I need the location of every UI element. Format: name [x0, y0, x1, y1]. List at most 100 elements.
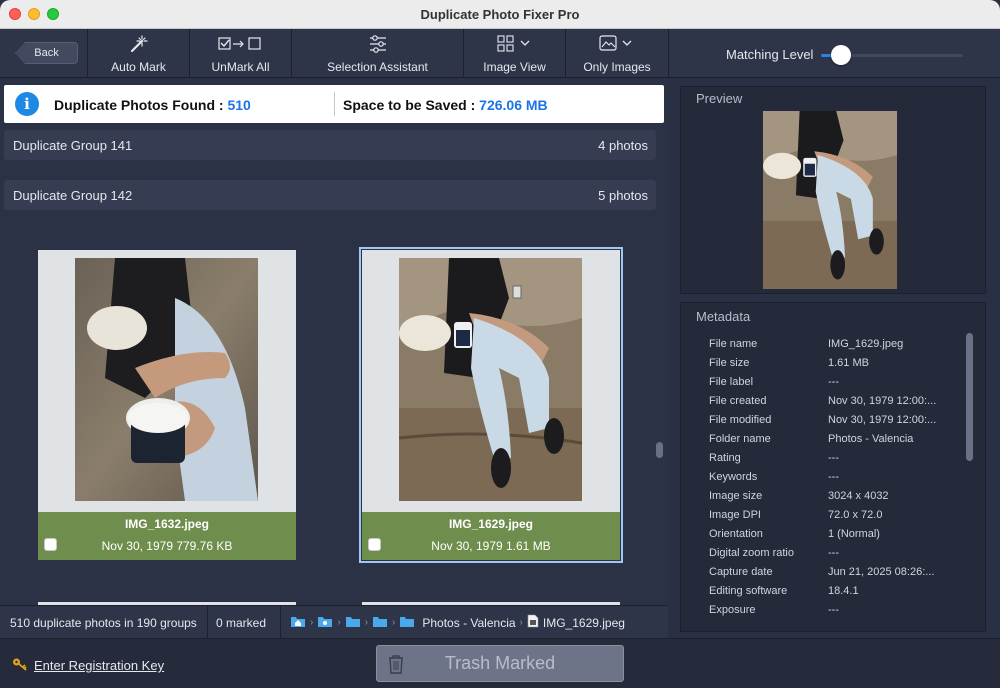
metadata-value: 1.61 MB — [828, 357, 869, 369]
metadata-value: IMG_1629.jpeg — [828, 338, 904, 350]
breadcrumb-separator: › — [519, 617, 523, 628]
breadcrumb-folder[interactable]: Photos - Valencia — [422, 616, 515, 630]
metadata-key: Image size — [709, 490, 763, 502]
metadata-value: --- — [828, 604, 839, 616]
duplicates-found-label: Duplicate Photos Found : — [54, 97, 224, 113]
selection-assistant-label: Selection Assistant — [327, 60, 428, 74]
metadata-key: File modified — [709, 414, 772, 426]
metadata-key: Exposure — [709, 604, 756, 616]
metadata-key: File created — [709, 395, 767, 407]
summary-bar: i Duplicate Photos Found : 510 Space to … — [4, 85, 664, 123]
breadcrumb-separator: › — [337, 617, 341, 628]
duplicates-found-value: 510 — [227, 97, 251, 113]
photo-thumbnail[interactable] — [399, 258, 582, 501]
selection-assistant-button[interactable]: Selection Assistant — [292, 29, 464, 78]
summary-divider — [334, 92, 335, 116]
trash-icon — [387, 654, 405, 679]
metadata-key: Editing software — [709, 585, 788, 597]
matching-level-label: Matching Level — [726, 47, 814, 62]
group-name: Duplicate Group 141 — [13, 138, 133, 153]
breadcrumb-separator: › — [392, 617, 396, 628]
preview-panel: Preview — [680, 86, 986, 294]
image-filter-icon — [599, 33, 635, 55]
metadata-value: 3024 x 4032 — [828, 490, 889, 502]
metadata-key: Folder name — [709, 433, 771, 445]
metadata-key: Keywords — [709, 471, 758, 483]
grid-view-icon — [496, 33, 533, 55]
breadcrumb-file[interactable]: IMG_1629.jpeg — [543, 616, 625, 630]
metadata-value: Jun 21, 2025 08:26:... — [828, 566, 935, 578]
breadcrumb-separator: › — [364, 617, 369, 628]
metadata-value: 72.0 x 72.0 — [828, 509, 883, 521]
metadata-title: Metadata — [696, 309, 751, 324]
photo-meta: Nov 30, 1979 1.61 MB — [431, 539, 551, 553]
slider-knob[interactable] — [831, 45, 851, 65]
list-scrollbar[interactable] — [656, 442, 663, 458]
metadata-scrollbar[interactable] — [966, 333, 973, 461]
metadata-key: Orientation — [709, 528, 763, 540]
photo-thumbnail[interactable] — [75, 258, 258, 501]
metadata-key: File name — [709, 338, 758, 350]
photo-meta: Nov 30, 1979 779.76 KB — [101, 539, 233, 553]
preview-title: Preview — [696, 91, 743, 106]
bottom-bar: Enter Registration Key Trash Marked — [0, 638, 1000, 688]
metadata-value: --- — [828, 547, 839, 559]
marked-count: 0 marked — [216, 616, 267, 630]
image-view-label: Image View — [483, 60, 546, 74]
back-button-area: Back — [0, 29, 88, 78]
metadata-key: Image DPI — [709, 509, 761, 521]
photo-filename: IMG_1629.jpeg — [448, 517, 534, 531]
metadata-key: File label — [709, 376, 754, 388]
folder-icon[interactable] — [317, 615, 333, 631]
folder-icon[interactable] — [399, 615, 415, 631]
only-images-button[interactable]: Only Images — [566, 29, 668, 78]
sliders-icon — [368, 33, 388, 55]
trash-marked-button[interactable]: Trash Marked — [376, 645, 624, 682]
metadata-value: --- — [828, 376, 839, 388]
registration-link-text[interactable]: Enter Registration Key — [34, 658, 164, 673]
metadata-value: Nov 30, 1979 12:00:... — [828, 414, 937, 426]
group-name: Duplicate Group 142 — [13, 188, 133, 203]
metadata-value: --- — [828, 471, 839, 483]
auto-mark-label: Auto Mark — [111, 60, 166, 74]
space-saved-label: Space to be Saved : — [343, 97, 476, 113]
metadata-value: 18.4.1 — [828, 585, 859, 597]
space-saved: Space to be Saved : 726.06 MB — [343, 97, 548, 113]
magic-wand-icon — [128, 33, 150, 55]
trash-marked-label: Trash Marked — [444, 653, 556, 673]
metadata-value: Nov 30, 1979 12:00:... — [828, 395, 937, 407]
home-folder-icon[interactable] — [290, 615, 306, 631]
image-view-button[interactable]: Image View — [464, 29, 566, 78]
duplicate-group-row[interactable]: Duplicate Group 141 4 photos — [4, 130, 656, 160]
metadata-value: --- — [828, 452, 839, 464]
matching-level-slider[interactable] — [821, 45, 963, 65]
status-bar: 510 duplicate photos in 190 groups 0 mar… — [0, 605, 668, 639]
unmark-all-button[interactable]: UnMark All — [190, 29, 292, 78]
folder-icon[interactable] — [372, 615, 388, 631]
photo-card-footer: IMG_1629.jpeg Nov 30, 1979 1.61 MB — [362, 512, 620, 560]
only-images-label: Only Images — [583, 60, 651, 74]
folder-icon[interactable] — [345, 615, 361, 631]
auto-mark-button[interactable]: Auto Mark — [88, 29, 190, 78]
registration-link[interactable]: Enter Registration Key — [12, 657, 164, 674]
metadata-panel: Metadata File name IMG_1629.jpeg File size… — [680, 302, 986, 632]
unmark-icon — [217, 33, 264, 55]
info-icon: i — [15, 92, 39, 116]
window-title: Duplicate Photo Fixer Pro — [420, 7, 580, 22]
duplicate-summary-text: 510 duplicate photos in 190 groups — [10, 616, 197, 630]
metadata-key: Capture date — [709, 566, 773, 578]
group-count: 4 photos — [598, 138, 648, 153]
metadata-key: File size — [709, 357, 750, 369]
space-saved-value: 726.06 MB — [479, 97, 548, 113]
back-button[interactable]: Back — [15, 42, 78, 64]
key-icon — [12, 657, 28, 674]
duplicate-group-row[interactable]: Duplicate Group 142 5 photos — [4, 180, 656, 210]
duplicates-panel: i Duplicate Photos Found : 510 Space to … — [0, 79, 668, 605]
preview-image — [763, 111, 897, 289]
photo-card[interactable]: IMG_1629.jpeg Nov 30, 1979 1.61 MB — [359, 247, 623, 563]
unmark-all-label: UnMark All — [211, 60, 270, 74]
metadata-value: Photos - Valencia — [828, 433, 914, 445]
file-icon — [527, 614, 539, 631]
toolbar: Back Auto Mark UnMark All Selection Assi… — [0, 29, 668, 78]
photo-card[interactable]: IMG_1632.jpeg Nov 30, 1979 779.76 KB — [38, 250, 296, 560]
